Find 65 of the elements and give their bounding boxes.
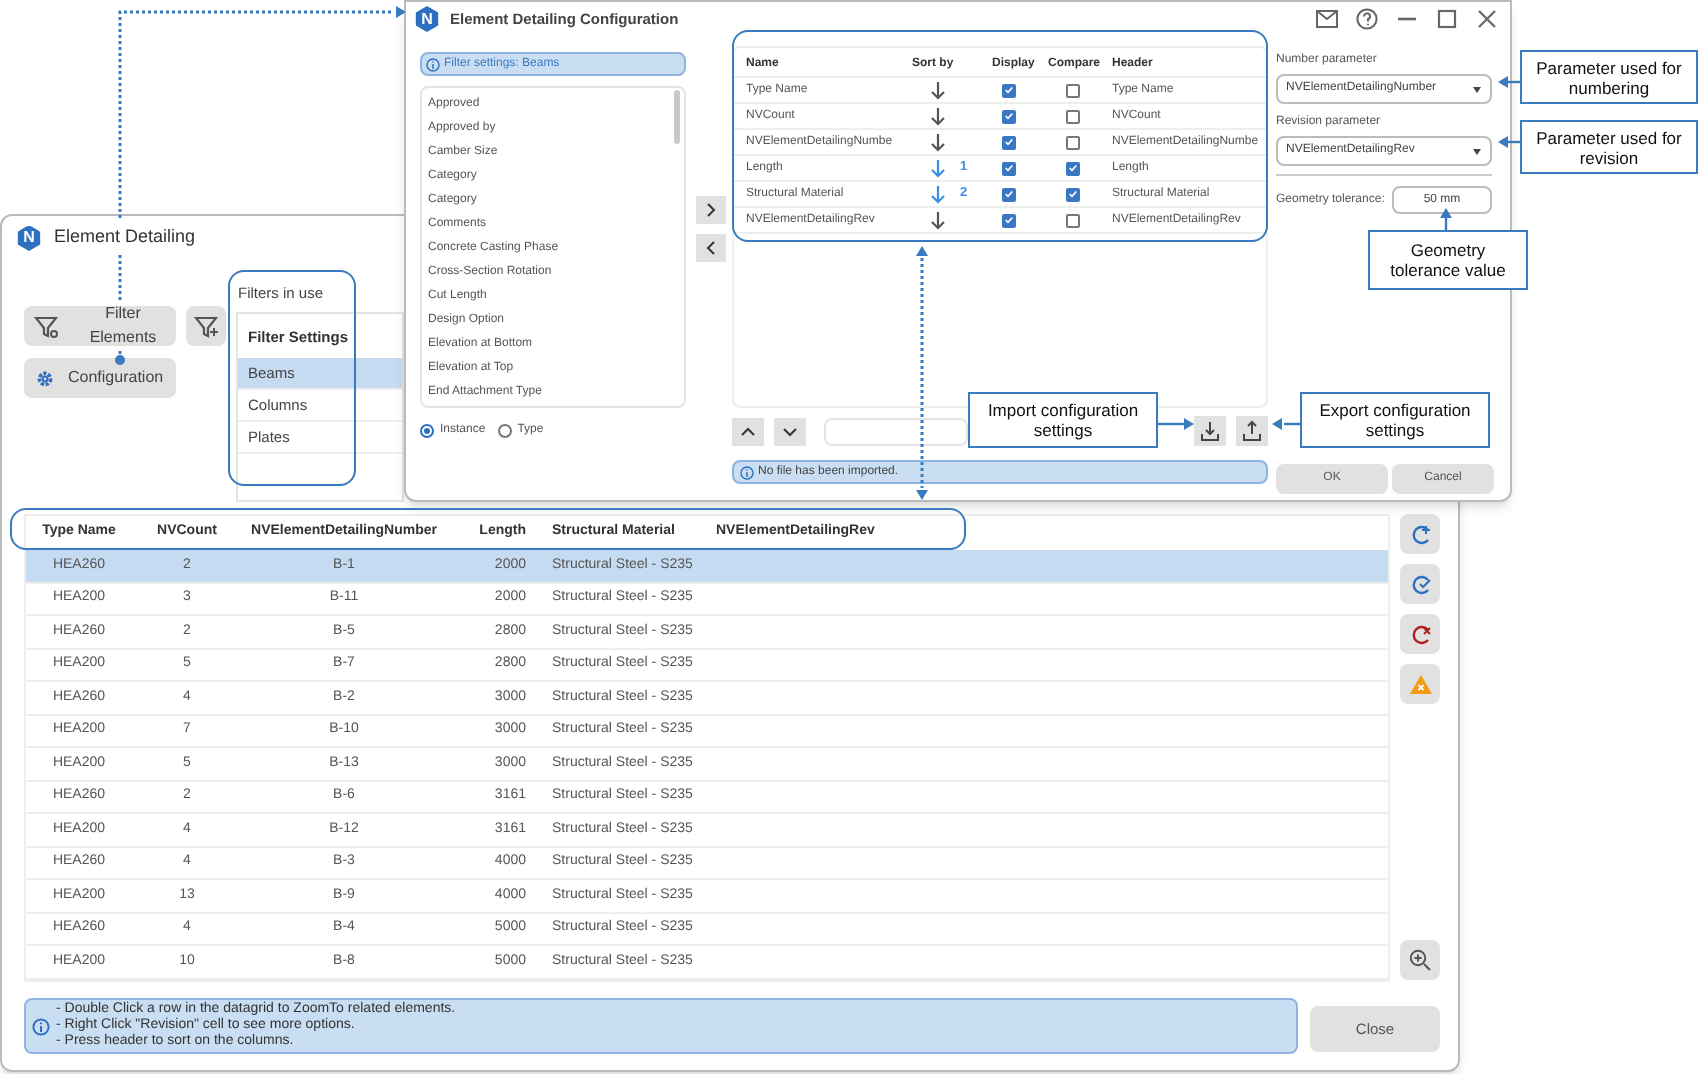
info-icon: [426, 57, 440, 71]
import-icon[interactable]: [1194, 416, 1226, 446]
checkbox[interactable]: [1065, 83, 1079, 97]
filter-plus-icon: [194, 314, 218, 338]
chevron-up-icon[interactable]: [732, 417, 764, 445]
toolbar-button[interactable]: [1400, 614, 1440, 654]
sort-arrow-icon[interactable]: [928, 106, 948, 126]
checkbox[interactable]: [1001, 135, 1015, 149]
callout-label: Parameter used for revision: [1520, 120, 1698, 174]
export-icon[interactable]: [1236, 416, 1268, 446]
radio-button[interactable]: [420, 424, 434, 438]
checkbox[interactable]: [1001, 83, 1015, 97]
sort-arrow-icon[interactable]: [928, 80, 948, 100]
warning-icon: [1407, 671, 1433, 697]
chevron-left-icon[interactable]: [696, 234, 726, 262]
sort-arrow-icon[interactable]: [928, 210, 948, 230]
help-icon[interactable]: [1356, 8, 1378, 30]
app-logo: N: [16, 225, 42, 251]
callout-label: Geometry tolerance value: [1368, 230, 1528, 290]
maximize-icon[interactable]: [1436, 8, 1458, 30]
checkbox[interactable]: [1001, 187, 1015, 201]
zoom-in-button[interactable]: [1400, 940, 1440, 980]
refresh-cross-icon: [1407, 621, 1433, 647]
configuration-button[interactable]: Configuration: [24, 358, 176, 398]
checkbox[interactable]: [1065, 187, 1079, 201]
toolbar-button[interactable]: [1400, 514, 1440, 554]
caret-icon: [1472, 85, 1482, 93]
arrow: [1440, 208, 1452, 230]
callout-label: Export configuration settings: [1300, 392, 1490, 448]
checkbox[interactable]: [1065, 213, 1079, 227]
sort-arrow-icon[interactable]: [928, 158, 948, 178]
checkbox[interactable]: [1001, 213, 1015, 227]
sort-arrow-icon[interactable]: [928, 184, 948, 204]
checkbox[interactable]: [1065, 109, 1079, 123]
filter-icon: [34, 314, 58, 338]
close-icon[interactable]: [1476, 8, 1498, 30]
arrow: [1498, 136, 1520, 148]
zoom-in-icon: [1408, 948, 1432, 972]
checkbox[interactable]: [1001, 109, 1015, 123]
callout-label: Import configuration settings: [968, 392, 1158, 448]
arrow: [1498, 76, 1520, 88]
checkbox[interactable]: [1065, 161, 1079, 175]
filter-button[interactable]: Filter Elements: [24, 306, 176, 346]
checkbox[interactable]: [1001, 161, 1015, 175]
window-title: Element Detailing: [54, 224, 196, 251]
caret-icon: [1472, 147, 1482, 155]
refresh-plus-icon: [1407, 521, 1433, 547]
refresh-check-icon: [1407, 571, 1433, 597]
checkbox[interactable]: [1065, 135, 1079, 149]
radio-button[interactable]: [497, 424, 512, 438]
gear-icon: [34, 367, 56, 389]
add-filter-button[interactable]: [186, 306, 226, 346]
app-logo: N: [414, 6, 440, 32]
chevron-right-icon[interactable]: [696, 196, 726, 224]
info-icon: [32, 1017, 50, 1035]
file-path-field[interactable]: [824, 417, 968, 445]
arrow: [1272, 418, 1300, 430]
scrollbar-thumb[interactable]: [674, 90, 680, 144]
mail-icon[interactable]: [1316, 10, 1338, 28]
chevron-down-icon[interactable]: [774, 417, 806, 445]
callout-label: Parameter used for numbering: [1520, 50, 1698, 104]
sort-arrow-icon[interactable]: [928, 132, 948, 152]
info-icon: [740, 465, 754, 479]
arrow: [1158, 418, 1194, 430]
toolbar-button[interactable]: [1400, 564, 1440, 604]
